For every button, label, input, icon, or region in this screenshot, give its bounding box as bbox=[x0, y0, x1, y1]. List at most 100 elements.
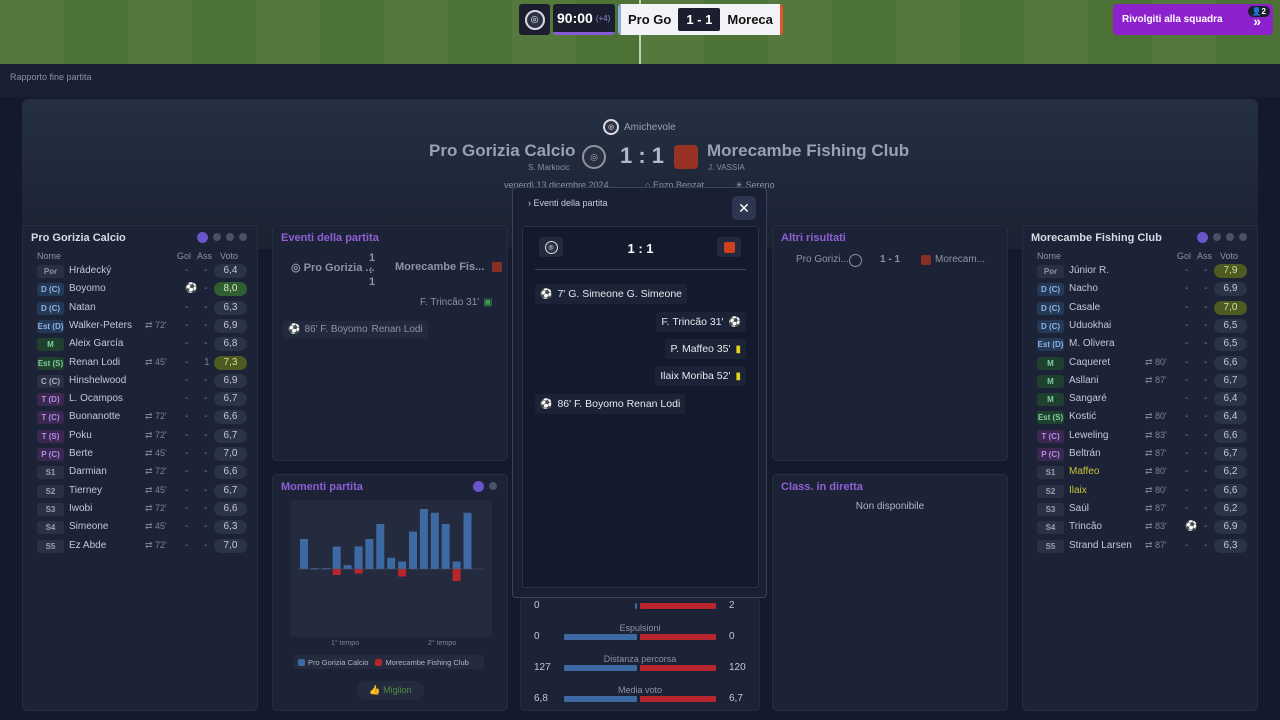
substitution-info: ⇄ 72' bbox=[145, 411, 167, 422]
home-team-title[interactable]: Pro Gorizia Calcio bbox=[429, 141, 575, 161]
competition: ◎ Amichevole bbox=[603, 119, 676, 135]
substitution-info: ⇄ 80' bbox=[1145, 356, 1167, 367]
player-row[interactable]: S2 Ilaix ⇄ 80' - -6,6 bbox=[1031, 483, 1249, 500]
events-modal: › Eventi della partita ✕ ◎ 1 : 1 ⚽ 7' G. … bbox=[512, 187, 767, 598]
player-row[interactable]: D (C) Nacho - -6,9 bbox=[1031, 281, 1249, 298]
result-away: Morecam... bbox=[935, 254, 986, 265]
goals-cell: - bbox=[1185, 301, 1189, 313]
best-moments-button[interactable]: 👍 Migliori bbox=[357, 681, 424, 700]
player-row[interactable]: S3 Saúl ⇄ 87' - -6,2 bbox=[1031, 501, 1249, 518]
player-row[interactable]: S1 Maffeo ⇄ 80' - -6,2 bbox=[1031, 464, 1249, 481]
player-row[interactable]: Est (S) Kostić ⇄ 80' - -6,4 bbox=[1031, 409, 1249, 426]
modal-event-row[interactable]: ⚽ 7' G. Simeone G. Simeone bbox=[535, 284, 688, 304]
clock-time: 90:00 bbox=[557, 10, 593, 26]
people-count-badge: 👤2 bbox=[1247, 6, 1270, 17]
player-row[interactable]: Est (D) Walker-Peters ⇄ 72' - -6,9 bbox=[31, 318, 249, 335]
other-results-title[interactable]: Altri risultati bbox=[781, 232, 846, 244]
modal-event-row[interactable]: P. Maffeo 35' ▮ bbox=[665, 339, 746, 359]
player-name: Darmian bbox=[69, 466, 107, 478]
page-dots[interactable] bbox=[1197, 232, 1247, 243]
player-name: L. Ocampos bbox=[69, 393, 123, 405]
player-row[interactable]: T (C) Buonanotte ⇄ 72' - -6,6 bbox=[31, 409, 249, 426]
home-bar bbox=[409, 531, 417, 569]
player-row[interactable]: S5 Ez Abde ⇄ 72' - -7,0 bbox=[31, 538, 249, 555]
player-row[interactable]: T (S) Poku ⇄ 72' - -6,7 bbox=[31, 428, 249, 445]
match-moments-panel: Momenti partita 1° tempo 2° tempo Pro Go… bbox=[272, 474, 508, 711]
player-name: Simeone bbox=[69, 521, 109, 533]
substitution-info: ⇄ 45' bbox=[145, 521, 167, 532]
player-name: Aleix García bbox=[69, 338, 124, 350]
substitution-info: ⇄ 83' bbox=[1145, 521, 1167, 532]
goals-cell: - bbox=[185, 393, 189, 405]
position-badge: Est (S) bbox=[37, 356, 64, 370]
events-panel-title[interactable]: Eventi della partita bbox=[281, 232, 379, 244]
player-row[interactable]: D (C) Uduokhai - -6,5 bbox=[1031, 318, 1249, 335]
modal-event-row[interactable]: ⚽ 86' F. Boyomo Renan Lodi bbox=[535, 394, 686, 414]
team-talk-button[interactable]: Rivolgiti alla squadra» 👤2 bbox=[1113, 4, 1273, 35]
player-row[interactable]: S5 Strand Larsen ⇄ 87' - -6,3 bbox=[1031, 538, 1249, 555]
competition-icon: ◎ bbox=[603, 119, 619, 135]
substitution-info: ⇄ 87' bbox=[1145, 539, 1167, 550]
goals-cell: - bbox=[185, 319, 189, 331]
player-row[interactable]: P (C) Beltrán ⇄ 87' - -6,7 bbox=[1031, 446, 1249, 463]
away-coach: J. VASSIA bbox=[708, 163, 745, 172]
player-row[interactable]: P (C) Berte ⇄ 45' - -7,0 bbox=[31, 446, 249, 463]
position-badge: S2 bbox=[37, 484, 64, 498]
player-name: Walker-Peters bbox=[69, 319, 132, 331]
page-dots[interactable] bbox=[197, 232, 247, 243]
rating-pill: 6,9 bbox=[1214, 282, 1247, 297]
moments-title[interactable]: Momenti partita bbox=[281, 481, 363, 493]
player-row[interactable]: Est (D) M. Olivera - -6,5 bbox=[1031, 336, 1249, 353]
col-name: Nome bbox=[37, 251, 62, 261]
other-results-panel: Altri risultati Pro Gorizi... 1 - 1 More… bbox=[772, 225, 1008, 461]
goals-cell: - bbox=[1185, 356, 1189, 368]
home-crest-icon bbox=[849, 254, 862, 267]
assists-cell: - bbox=[204, 265, 208, 276]
player-row[interactable]: S3 Iwobi ⇄ 72' - -6,6 bbox=[31, 501, 249, 518]
live-table-title[interactable]: Class. in diretta bbox=[781, 481, 863, 493]
player-row[interactable]: D (C) Boyomo ⚽ -8,0 bbox=[31, 281, 249, 298]
stat-away-value: 6,7 bbox=[729, 693, 743, 704]
position-badge: S4 bbox=[37, 521, 64, 535]
player-row[interactable]: C (C) Hinshelwood - -6,9 bbox=[31, 373, 249, 390]
rating-pill: 6,7 bbox=[214, 428, 247, 443]
player-row[interactable]: M Asllani ⇄ 87' - -6,7 bbox=[1031, 373, 1249, 390]
player-row[interactable]: Por Júnior R. - -7,9 bbox=[1031, 263, 1249, 280]
rating-pill: 6,7 bbox=[1214, 447, 1247, 461]
player-row[interactable]: D (C) Natan - -6,3 bbox=[31, 300, 249, 317]
stat-label: Espulsioni bbox=[619, 623, 661, 633]
assists-cell: 1 bbox=[204, 356, 210, 368]
player-row[interactable]: Est (S) Renan Lodi ⇄ 45' - 1 7,3 bbox=[31, 355, 249, 372]
player-row[interactable]: M Caqueret ⇄ 80' - -6,6 bbox=[1031, 355, 1249, 372]
player-row[interactable]: S4 Trincão ⇄ 83' ⚽ -6,9 bbox=[1031, 519, 1249, 536]
modal-event-row[interactable]: Ilaix Moriba 52' ▮ bbox=[655, 366, 746, 386]
player-row[interactable]: Por Hrádecký - -6,4 bbox=[31, 263, 249, 280]
rating-pill: 7,3 bbox=[214, 355, 247, 370]
away-bar bbox=[354, 569, 363, 574]
player-row[interactable]: S1 Darmian ⇄ 72' - -6,6 bbox=[31, 464, 249, 481]
stat-away-value: 120 bbox=[729, 662, 746, 673]
events-score: 1 : 1 bbox=[369, 252, 376, 288]
stat-away-value: 0 bbox=[729, 631, 735, 642]
modal-event-row[interactable]: F. Trincão 31' ⚽ bbox=[656, 312, 746, 332]
assists-cell: - bbox=[1204, 521, 1208, 533]
player-row[interactable]: S2 Tierney ⇄ 45' - -6,7 bbox=[31, 483, 249, 500]
player-row[interactable]: M Aleix García - -6,8 bbox=[31, 336, 249, 353]
away-short-name: Moreca bbox=[727, 12, 773, 27]
player-name: Strand Larsen bbox=[1069, 539, 1132, 551]
away-team-title[interactable]: Morecambe Fishing Club bbox=[707, 141, 909, 161]
goals-cell: - bbox=[185, 484, 189, 496]
player-row[interactable]: T (D) L. Ocampos - -6,7 bbox=[31, 391, 249, 408]
player-row[interactable]: M Sangaré - -6,4 bbox=[1031, 391, 1249, 408]
stat-home-bar bbox=[564, 665, 637, 671]
player-row[interactable]: S4 Simeone ⇄ 45' - -6,3 bbox=[31, 519, 249, 536]
player-row[interactable]: T (C) Leweling ⇄ 83' - -6,6 bbox=[1031, 428, 1249, 445]
goals-cell: - bbox=[185, 374, 189, 386]
goals-cell: ⚽ bbox=[185, 283, 198, 295]
stat-home-value: 127 bbox=[534, 662, 551, 673]
close-button[interactable]: ✕ bbox=[732, 196, 756, 220]
position-badge: C (C) bbox=[37, 374, 64, 388]
assists-cell: - bbox=[1204, 374, 1208, 386]
player-row[interactable]: D (C) Casale - -7,0 bbox=[1031, 300, 1249, 317]
page-dots[interactable] bbox=[473, 481, 497, 492]
